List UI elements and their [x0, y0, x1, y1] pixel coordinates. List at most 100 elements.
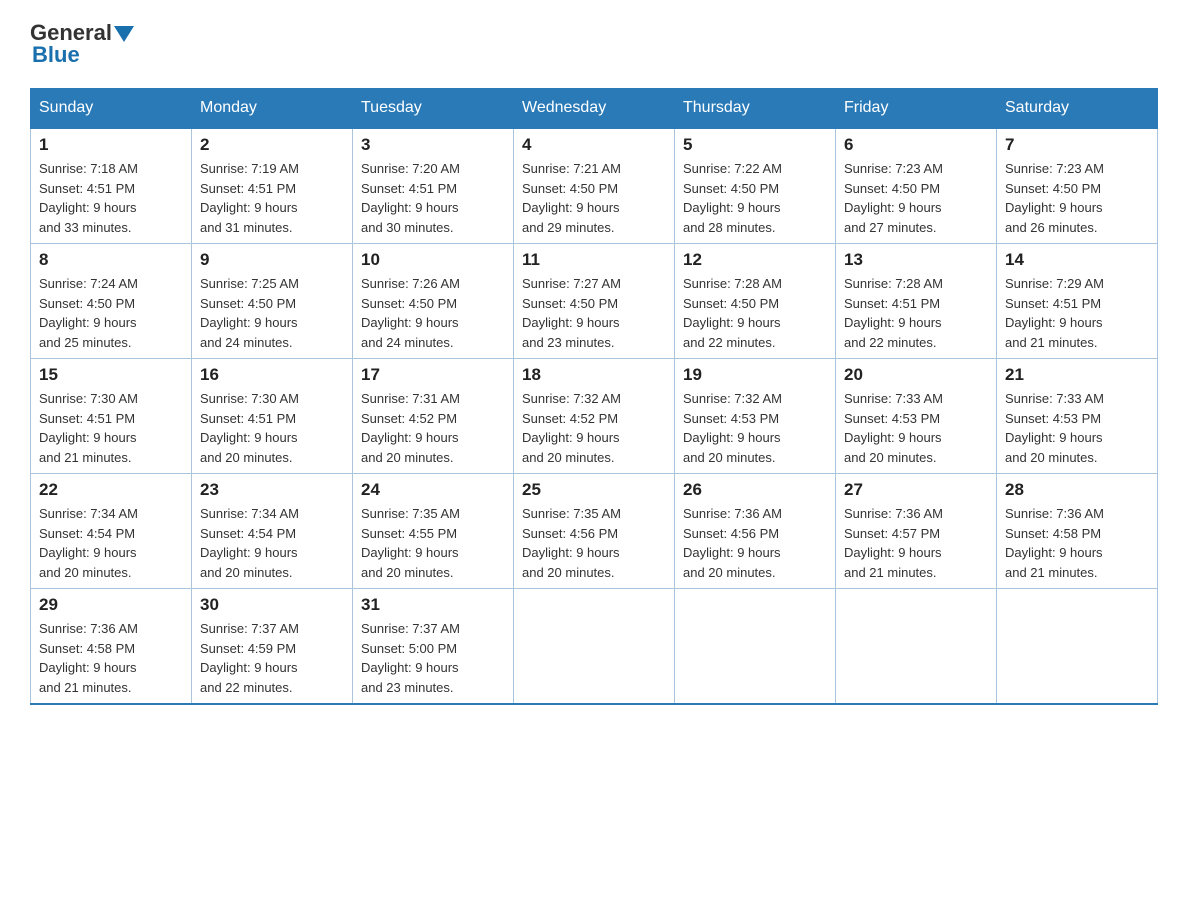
calendar-day-cell: 13Sunrise: 7:28 AMSunset: 4:51 PMDayligh…	[836, 244, 997, 359]
day-info: Sunrise: 7:34 AMSunset: 4:54 PMDaylight:…	[200, 504, 344, 582]
day-number: 25	[522, 480, 666, 500]
calendar-table: SundayMondayTuesdayWednesdayThursdayFrid…	[30, 88, 1158, 705]
day-info: Sunrise: 7:28 AMSunset: 4:51 PMDaylight:…	[844, 274, 988, 352]
day-info: Sunrise: 7:26 AMSunset: 4:50 PMDaylight:…	[361, 274, 505, 352]
day-info: Sunrise: 7:35 AMSunset: 4:56 PMDaylight:…	[522, 504, 666, 582]
day-info: Sunrise: 7:23 AMSunset: 4:50 PMDaylight:…	[844, 159, 988, 237]
day-number: 8	[39, 250, 183, 270]
calendar-day-cell: 27 Sunrise: 7:36 AMSunset: 4:57 PMDayligh…	[836, 474, 997, 589]
calendar-day-cell: 24 Sunrise: 7:35 AMSunset: 4:55 PMDayligh…	[353, 474, 514, 589]
day-info: Sunrise: 7:36 AMSunset: 4:57 PMDaylight:…	[844, 504, 988, 582]
day-number: 5	[683, 135, 827, 155]
day-number: 19	[683, 365, 827, 385]
calendar-day-cell: 6 Sunrise: 7:23 AMSunset: 4:50 PMDaylight…	[836, 128, 997, 244]
calendar-day-cell: 22 Sunrise: 7:34 AMSunset: 4:54 PMDayligh…	[31, 474, 192, 589]
day-number: 21	[1005, 365, 1149, 385]
day-info: Sunrise: 7:22 AMSunset: 4:50 PMDaylight:…	[683, 159, 827, 237]
calendar-week-row: 1 Sunrise: 7:18 AMSunset: 4:51 PMDaylight…	[31, 128, 1158, 244]
weekday-header-monday: Monday	[192, 89, 353, 129]
day-number: 28	[1005, 480, 1149, 500]
day-info: Sunrise: 7:28 AMSunset: 4:50 PMDaylight:…	[683, 274, 827, 352]
day-info: Sunrise: 7:35 AMSunset: 4:55 PMDaylight:…	[361, 504, 505, 582]
day-info: Sunrise: 7:30 AMSunset: 4:51 PMDaylight:…	[39, 389, 183, 467]
day-number: 27	[844, 480, 988, 500]
calendar-day-cell	[675, 589, 836, 705]
day-info: Sunrise: 7:34 AMSunset: 4:54 PMDaylight:…	[39, 504, 183, 582]
weekday-header-sunday: Sunday	[31, 89, 192, 129]
day-info: Sunrise: 7:29 AMSunset: 4:51 PMDaylight:…	[1005, 274, 1149, 352]
calendar-day-cell: 28 Sunrise: 7:36 AMSunset: 4:58 PMDayligh…	[997, 474, 1158, 589]
calendar-day-cell: 7 Sunrise: 7:23 AMSunset: 4:50 PMDaylight…	[997, 128, 1158, 244]
calendar-day-cell: 17Sunrise: 7:31 AMSunset: 4:52 PMDayligh…	[353, 359, 514, 474]
day-info: Sunrise: 7:33 AMSunset: 4:53 PMDaylight:…	[1005, 389, 1149, 467]
day-number: 11	[522, 250, 666, 270]
weekday-header-saturday: Saturday	[997, 89, 1158, 129]
calendar-day-cell: 2Sunrise: 7:19 AMSunset: 4:51 PMDaylight…	[192, 128, 353, 244]
day-number: 16	[200, 365, 344, 385]
calendar-day-cell: 11Sunrise: 7:27 AMSunset: 4:50 PMDayligh…	[514, 244, 675, 359]
calendar-week-row: 15 Sunrise: 7:30 AMSunset: 4:51 PMDayligh…	[31, 359, 1158, 474]
calendar-day-cell: 8 Sunrise: 7:24 AMSunset: 4:50 PMDaylight…	[31, 244, 192, 359]
weekday-header-friday: Friday	[836, 89, 997, 129]
calendar-day-cell: 19 Sunrise: 7:32 AMSunset: 4:53 PMDayligh…	[675, 359, 836, 474]
calendar-day-cell: 31Sunrise: 7:37 AMSunset: 5:00 PMDayligh…	[353, 589, 514, 705]
day-info: Sunrise: 7:30 AMSunset: 4:51 PMDaylight:…	[200, 389, 344, 467]
day-number: 7	[1005, 135, 1149, 155]
calendar-day-cell: 4 Sunrise: 7:21 AMSunset: 4:50 PMDaylight…	[514, 128, 675, 244]
day-info: Sunrise: 7:23 AMSunset: 4:50 PMDaylight:…	[1005, 159, 1149, 237]
day-info: Sunrise: 7:24 AMSunset: 4:50 PMDaylight:…	[39, 274, 183, 352]
page-header: General Blue	[30, 20, 1158, 68]
calendar-day-cell: 3 Sunrise: 7:20 AMSunset: 4:51 PMDaylight…	[353, 128, 514, 244]
calendar-day-cell	[836, 589, 997, 705]
calendar-day-cell: 1 Sunrise: 7:18 AMSunset: 4:51 PMDaylight…	[31, 128, 192, 244]
day-number: 12	[683, 250, 827, 270]
weekday-header-row: SundayMondayTuesdayWednesdayThursdayFrid…	[31, 89, 1158, 129]
day-number: 29	[39, 595, 183, 615]
day-number: 2	[200, 135, 344, 155]
calendar-day-cell: 20 Sunrise: 7:33 AMSunset: 4:53 PMDayligh…	[836, 359, 997, 474]
day-info: Sunrise: 7:36 AMSunset: 4:58 PMDaylight:…	[39, 619, 183, 697]
logo-blue-text: Blue	[30, 42, 80, 68]
day-info: Sunrise: 7:37 AMSunset: 4:59 PMDaylight:…	[200, 619, 344, 697]
calendar-week-row: 29 Sunrise: 7:36 AMSunset: 4:58 PMDayligh…	[31, 589, 1158, 705]
logo: General Blue	[30, 20, 134, 68]
day-info: Sunrise: 7:31 AMSunset: 4:52 PMDaylight:…	[361, 389, 505, 467]
day-number: 1	[39, 135, 183, 155]
day-number: 15	[39, 365, 183, 385]
calendar-day-cell: 9Sunrise: 7:25 AMSunset: 4:50 PMDaylight…	[192, 244, 353, 359]
calendar-day-cell: 16 Sunrise: 7:30 AMSunset: 4:51 PMDayligh…	[192, 359, 353, 474]
day-number: 30	[200, 595, 344, 615]
day-number: 14	[1005, 250, 1149, 270]
logo-triangle-icon	[114, 26, 134, 42]
calendar-day-cell: 25 Sunrise: 7:35 AMSunset: 4:56 PMDayligh…	[514, 474, 675, 589]
day-number: 23	[200, 480, 344, 500]
calendar-day-cell: 21 Sunrise: 7:33 AMSunset: 4:53 PMDayligh…	[997, 359, 1158, 474]
day-info: Sunrise: 7:37 AMSunset: 5:00 PMDaylight:…	[361, 619, 505, 697]
calendar-day-cell: 30 Sunrise: 7:37 AMSunset: 4:59 PMDayligh…	[192, 589, 353, 705]
calendar-week-row: 22 Sunrise: 7:34 AMSunset: 4:54 PMDayligh…	[31, 474, 1158, 589]
day-number: 4	[522, 135, 666, 155]
day-number: 9	[200, 250, 344, 270]
day-number: 24	[361, 480, 505, 500]
calendar-day-cell: 10 Sunrise: 7:26 AMSunset: 4:50 PMDayligh…	[353, 244, 514, 359]
calendar-day-cell	[997, 589, 1158, 705]
day-number: 10	[361, 250, 505, 270]
day-info: Sunrise: 7:32 AMSunset: 4:52 PMDaylight:…	[522, 389, 666, 467]
day-number: 6	[844, 135, 988, 155]
day-info: Sunrise: 7:36 AMSunset: 4:56 PMDaylight:…	[683, 504, 827, 582]
day-info: Sunrise: 7:21 AMSunset: 4:50 PMDaylight:…	[522, 159, 666, 237]
day-number: 18	[522, 365, 666, 385]
day-info: Sunrise: 7:36 AMSunset: 4:58 PMDaylight:…	[1005, 504, 1149, 582]
calendar-day-cell: 23 Sunrise: 7:34 AMSunset: 4:54 PMDayligh…	[192, 474, 353, 589]
day-info: Sunrise: 7:33 AMSunset: 4:53 PMDaylight:…	[844, 389, 988, 467]
calendar-day-cell: 18 Sunrise: 7:32 AMSunset: 4:52 PMDayligh…	[514, 359, 675, 474]
day-number: 3	[361, 135, 505, 155]
day-info: Sunrise: 7:20 AMSunset: 4:51 PMDaylight:…	[361, 159, 505, 237]
day-info: Sunrise: 7:18 AMSunset: 4:51 PMDaylight:…	[39, 159, 183, 237]
day-number: 22	[39, 480, 183, 500]
day-number: 20	[844, 365, 988, 385]
day-info: Sunrise: 7:32 AMSunset: 4:53 PMDaylight:…	[683, 389, 827, 467]
calendar-week-row: 8 Sunrise: 7:24 AMSunset: 4:50 PMDaylight…	[31, 244, 1158, 359]
calendar-day-cell: 26Sunrise: 7:36 AMSunset: 4:56 PMDayligh…	[675, 474, 836, 589]
weekday-header-wednesday: Wednesday	[514, 89, 675, 129]
